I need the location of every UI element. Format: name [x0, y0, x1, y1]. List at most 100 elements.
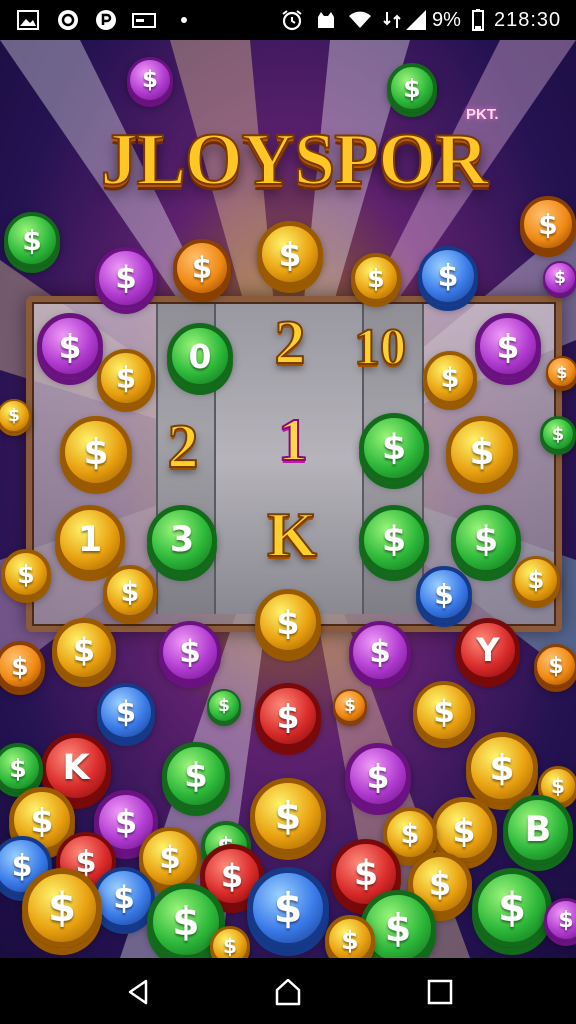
- coin-green-17: $: [359, 413, 429, 483]
- coin-label: 3: [169, 520, 195, 560]
- coin-label: $: [400, 818, 420, 850]
- coin-label: $: [22, 223, 42, 257]
- coin-label: $: [276, 696, 300, 736]
- coin-label: $: [58, 326, 82, 366]
- coin-label: $: [17, 559, 35, 589]
- coin-label: $: [428, 865, 452, 903]
- coin-purple-9: $: [543, 261, 576, 295]
- coin-gold-61: $: [22, 868, 102, 948]
- coin-label: $: [473, 520, 499, 560]
- coin-orange-39: $: [333, 689, 367, 723]
- coin-label: $: [114, 803, 138, 841]
- coin-green-20: $: [540, 416, 576, 452]
- coin-gold-6: $: [351, 253, 401, 303]
- coin-label: $: [115, 260, 137, 296]
- coin-purple-0: $: [127, 57, 173, 103]
- coin-label: $: [469, 431, 495, 473]
- coin-red-33: Y: [456, 618, 520, 682]
- data-transfer-icon: [383, 12, 401, 28]
- game-scene[interactable]: PKT. JLOYSPOR $ $ $ $ $ $ $ $ $ $ $ $0 $ $ $ $ $ $ $ $1 3 $ $ $…: [0, 40, 576, 958]
- reel-symbol-top-center: 2: [274, 308, 307, 378]
- coin-gold-16: $: [60, 416, 132, 488]
- coin-label: $: [218, 696, 230, 716]
- coin-label: $: [452, 810, 476, 850]
- coin-label: $: [538, 207, 558, 241]
- coin-purple-10: $: [37, 313, 103, 379]
- coin-label: $: [11, 848, 33, 884]
- coin-label: $: [367, 263, 385, 293]
- coin-gold-26: $: [103, 565, 157, 619]
- coin-gold-29: $: [255, 589, 321, 655]
- coin-purple-14: $: [475, 313, 541, 379]
- coin-label: $: [30, 800, 54, 840]
- coin-label: $: [72, 631, 96, 669]
- coin-label: Y: [476, 631, 500, 669]
- coin-label: $: [551, 774, 565, 798]
- back-icon[interactable]: [122, 976, 154, 1008]
- coin-gold-30: $: [52, 618, 116, 682]
- coin-gold-11: $: [97, 349, 155, 407]
- navigation-bar: [0, 958, 576, 1024]
- reel-symbol-coin-bottom-0: 1: [55, 505, 125, 575]
- coin-label: $: [278, 234, 302, 274]
- coin-label: $: [403, 73, 421, 103]
- parking-icon: [96, 10, 116, 30]
- coin-gold-18: $: [446, 416, 518, 488]
- coin-label: $: [113, 880, 135, 916]
- coin-gold-68: $: [210, 926, 250, 958]
- coin-label: $: [184, 756, 208, 796]
- coin-label: $: [179, 634, 201, 670]
- coin-label: $: [498, 885, 526, 931]
- coin-label: $: [48, 885, 76, 931]
- reel-symbol-bottom-center: K: [266, 498, 318, 571]
- coin-label: $: [11, 651, 29, 681]
- coin-green-23: $: [359, 505, 429, 575]
- power-circle-icon: [58, 10, 78, 30]
- coin-gold-25: $: [1, 549, 51, 599]
- coin-label: $: [384, 906, 412, 950]
- home-icon[interactable]: [272, 976, 304, 1008]
- coin-label: $: [437, 258, 459, 294]
- reel-symbol-coin-bottom-1: 3: [147, 505, 217, 575]
- coin-label: $: [276, 602, 300, 642]
- reel-symbol-coin-top-0: 0: [167, 323, 233, 389]
- signal-icon: [406, 10, 426, 30]
- game-logo: JLOYSPOR: [100, 118, 490, 202]
- coin-purple-31: $: [159, 621, 221, 683]
- coin-green-2: $: [4, 212, 60, 268]
- status-bar: 9% 218:30: [0, 0, 576, 40]
- coin-purple-32: $: [349, 621, 411, 683]
- coin-orange-35: $: [534, 644, 576, 688]
- coin-label: $: [341, 925, 359, 955]
- coin-gold-5: $: [257, 221, 323, 287]
- coin-label: $: [141, 67, 158, 93]
- coin-green-65: $: [472, 868, 552, 948]
- coin-label: $: [344, 696, 356, 716]
- coin-blue-7: $: [418, 246, 478, 306]
- coin-purple-3: $: [95, 247, 157, 309]
- clock: 218:30: [494, 9, 562, 31]
- coin-green-42: $: [162, 742, 230, 810]
- coin-green-37: $: [207, 689, 241, 723]
- coin-label: $: [551, 423, 565, 445]
- coin-orange-4: $: [173, 239, 231, 297]
- coin-label: $: [369, 634, 391, 670]
- coin-label: $: [83, 431, 109, 473]
- coin-orange-15: $: [546, 356, 576, 388]
- coin-label: $: [159, 840, 181, 876]
- coin-label: $: [548, 653, 564, 679]
- coin-label: $: [558, 907, 574, 933]
- coin-blue-36: $: [97, 683, 155, 741]
- gallery-icon: [17, 10, 39, 30]
- coin-label: $: [115, 361, 137, 395]
- coin-label: $: [434, 577, 454, 611]
- cat-icon: [318, 12, 334, 28]
- alarm-icon: [282, 10, 302, 31]
- coin-label: $: [353, 854, 379, 894]
- recents-icon[interactable]: [424, 976, 456, 1008]
- coin-label: B: [524, 810, 552, 850]
- coin-label: $: [554, 268, 566, 288]
- coin-label: $: [489, 747, 515, 789]
- coin-label: $: [381, 520, 407, 560]
- reel-symbol-middle-left: 2: [167, 412, 200, 482]
